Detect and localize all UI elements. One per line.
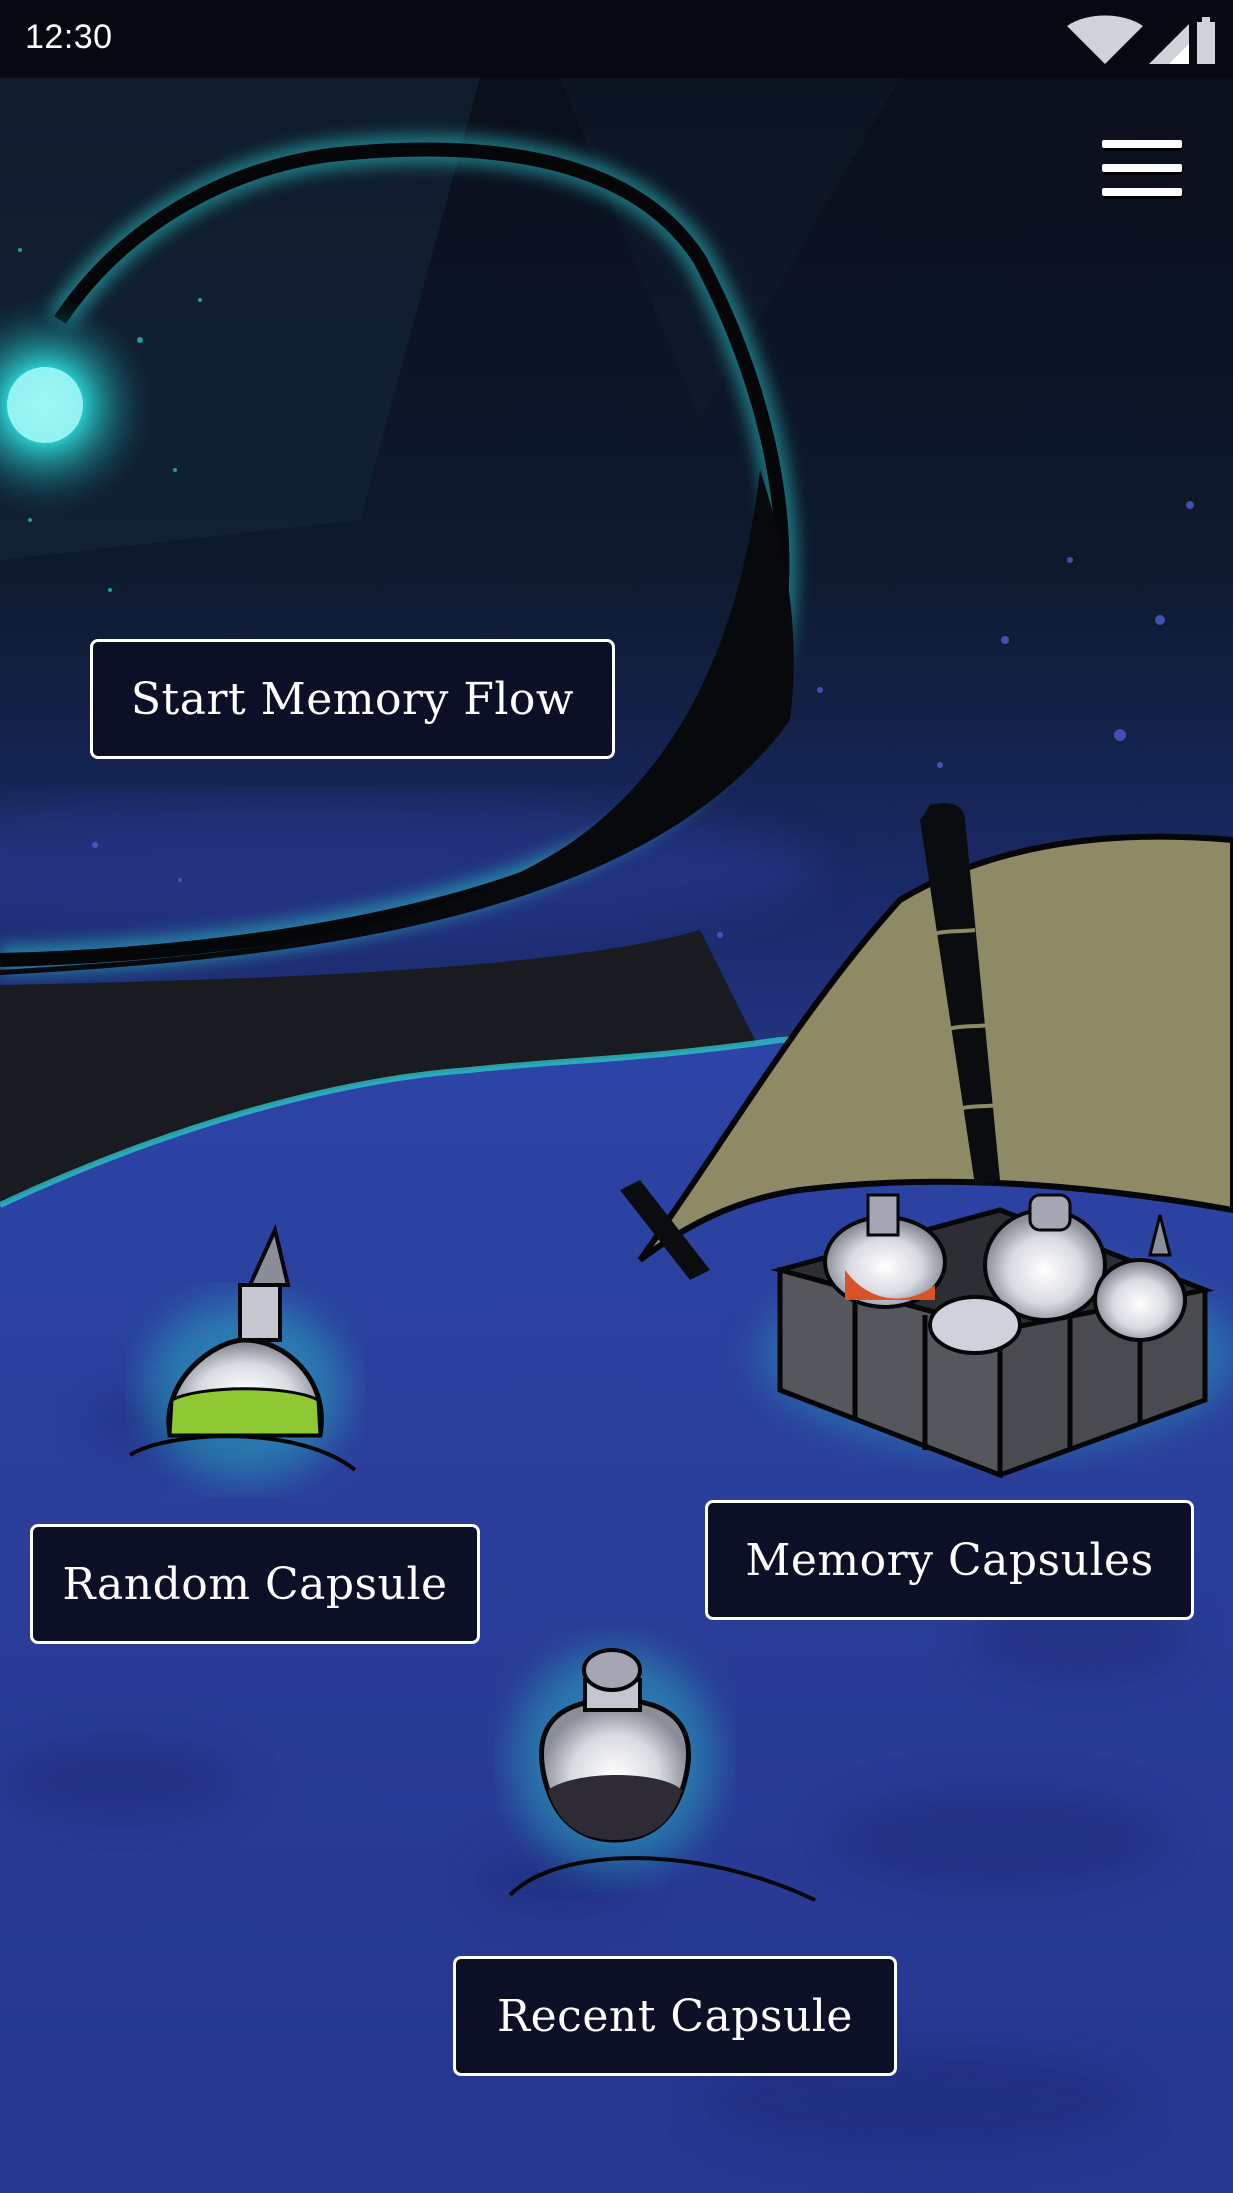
- battery-icon: [1197, 17, 1215, 64]
- cellular-signal-icon: [1149, 24, 1189, 64]
- app-screen: 12:30 Start Memory Flow Random Capsule M…: [0, 0, 1233, 2193]
- status-time: 12:30: [25, 18, 113, 56]
- menu-line: [1102, 140, 1182, 148]
- wifi-icon: [1067, 15, 1143, 64]
- menu-line: [1102, 188, 1182, 196]
- menu-line: [1102, 164, 1182, 172]
- status-bar: 12:30: [0, 0, 1233, 78]
- recent-capsule-button[interactable]: Recent Capsule: [453, 1956, 897, 2076]
- status-icons: [1067, 15, 1215, 64]
- random-capsule-button[interactable]: Random Capsule: [30, 1524, 480, 1644]
- memory-capsules-button[interactable]: Memory Capsules: [705, 1500, 1194, 1620]
- background-illustration: [0, 78, 1233, 2193]
- hamburger-menu-icon[interactable]: [1098, 138, 1186, 202]
- start-memory-flow-button[interactable]: Start Memory Flow: [90, 639, 615, 759]
